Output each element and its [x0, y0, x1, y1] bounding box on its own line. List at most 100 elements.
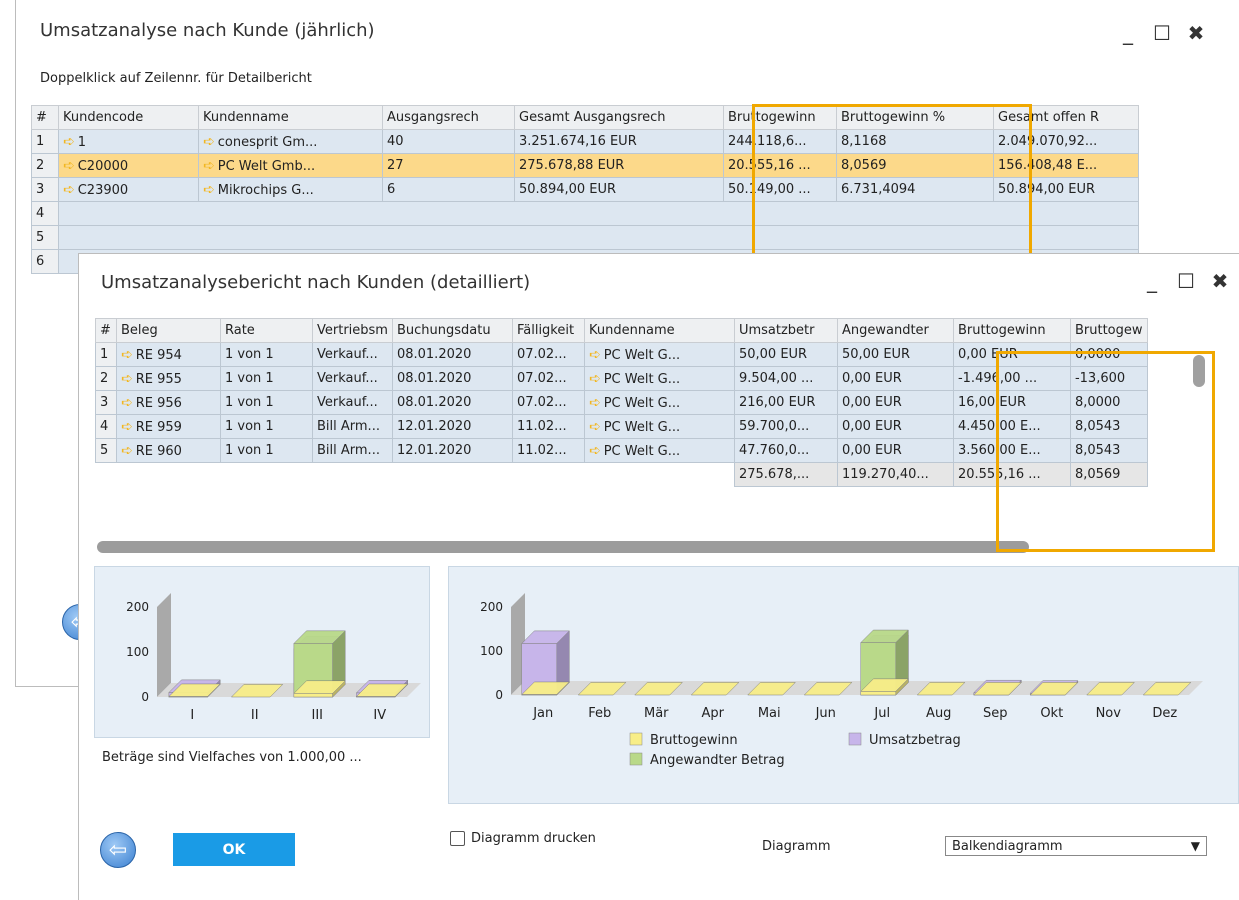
print-diagram-checkbox[interactable]	[450, 831, 465, 846]
customer-code-cell-text: C20000	[78, 159, 128, 174]
link-arrow-icon[interactable]: ➪	[63, 134, 75, 150]
column-header[interactable]: #	[96, 319, 117, 343]
minimize-icon[interactable]: _	[1118, 21, 1138, 45]
link-arrow-icon[interactable]: ➪	[121, 371, 133, 387]
row-number[interactable]: 2	[96, 367, 117, 391]
row-number[interactable]: 1	[32, 130, 59, 154]
row-number-text: 4	[36, 206, 44, 221]
row-number[interactable]: 3	[32, 178, 59, 202]
applied-amount-cell: 0,00 EUR	[837, 439, 953, 463]
installment-cell: 1 von 1	[221, 415, 313, 439]
maximize-icon[interactable]: ☐	[1176, 269, 1196, 293]
link-arrow-icon[interactable]: ➪	[589, 443, 601, 459]
print-diagram-option[interactable]: Diagramm drucken	[450, 831, 596, 846]
customer-name-cell-text: PC Welt G...	[604, 420, 680, 435]
close-icon[interactable]: ✖	[1210, 269, 1230, 293]
legend-label: Angewandter Betrag	[650, 753, 785, 768]
link-arrow-icon[interactable]: ➪	[121, 395, 133, 411]
column-header[interactable]: Ausgangsrech	[383, 106, 515, 130]
row-number[interactable]: 4	[96, 415, 117, 439]
table-row[interactable]: 2➪RE 9551 von 1Verkauf...08.01.202007.02…	[96, 367, 1148, 391]
customer-name-cell-text: PC Welt G...	[604, 348, 680, 363]
close-icon[interactable]: ✖	[1186, 21, 1206, 45]
invoice-total-cell-text: 275.678,88 EUR	[519, 158, 624, 173]
column-header[interactable]: Vertriebsm	[313, 319, 393, 343]
link-arrow-icon[interactable]: ➪	[63, 158, 75, 174]
row-number[interactable]: 2	[32, 154, 59, 178]
link-arrow-icon[interactable]: ➪	[589, 395, 601, 411]
minimize-icon[interactable]: _	[1142, 269, 1162, 293]
row-number[interactable]: 5	[96, 439, 117, 463]
column-header[interactable]: #	[32, 106, 59, 130]
horizontal-scrollbar[interactable]	[97, 541, 1029, 553]
x-tick-label: Apr	[702, 706, 725, 721]
x-tick-label: Jan	[532, 706, 553, 721]
document-cell: ➪RE 955	[117, 367, 221, 391]
sales-amount-cell: 47.760,0...	[734, 439, 837, 463]
totals-spacer	[96, 463, 735, 487]
column-header[interactable]: Fälligkeit	[512, 319, 584, 343]
due-date-cell: 07.02...	[512, 391, 584, 415]
sales-amount-cell: 59.700,0...	[734, 415, 837, 439]
x-tick-label: III	[311, 708, 323, 723]
due-date-cell-text: 07.02...	[517, 395, 567, 410]
link-arrow-icon[interactable]: ➪	[203, 158, 215, 174]
table-row[interactable]: 4➪RE 9591 von 1Bill Arm...12.01.202011.0…	[96, 415, 1148, 439]
link-arrow-icon[interactable]: ➪	[121, 419, 133, 435]
diagram-type-select[interactable]: Balkendiagramm ▼	[945, 836, 1207, 856]
row-number[interactable]: 1	[96, 343, 117, 367]
x-tick-label: IV	[373, 708, 386, 723]
column-header[interactable]: Bruttogew	[1070, 319, 1147, 343]
customer-code-cell-text: 1	[78, 135, 86, 150]
installment-cell: 1 von 1	[221, 343, 313, 367]
sales-employee-cell: Bill Arm...	[313, 439, 393, 463]
table-row[interactable]: 3➪RE 9561 von 1Verkauf...08.01.202007.02…	[96, 391, 1148, 415]
legend-item: Umsatzbetrag	[849, 733, 961, 748]
column-header[interactable]: Beleg	[117, 319, 221, 343]
link-arrow-icon[interactable]: ➪	[589, 347, 601, 363]
column-header[interactable]: Kundenname	[584, 319, 734, 343]
sales-employee-cell: Verkauf...	[313, 343, 393, 367]
row-number[interactable]: 5	[32, 226, 59, 250]
link-arrow-icon[interactable]: ➪	[203, 134, 215, 150]
row-number-text: 1	[100, 347, 108, 362]
row-number[interactable]: 4	[32, 202, 59, 226]
month-chart: 0100200JanFebMärAprMaiJunJulAugSepOktNov…	[449, 567, 1238, 803]
document-cell: ➪RE 954	[117, 343, 221, 367]
column-header[interactable]: Rate	[221, 319, 313, 343]
sales-amount-cell-text: 9.504,00 ...	[739, 371, 813, 386]
column-header[interactable]: Angewandter	[837, 319, 953, 343]
row-number[interactable]: 6	[32, 250, 59, 274]
column-header[interactable]: Kundenname	[199, 106, 383, 130]
link-arrow-icon[interactable]: ➪	[589, 419, 601, 435]
customer-name-cell-text: PC Welt G...	[604, 444, 680, 459]
sales-employee-cell-text: Bill Arm...	[317, 419, 380, 434]
column-header[interactable]: Buchungsdatu	[392, 319, 512, 343]
table-row[interactable]: 5➪RE 9601 von 1Bill Arm...12.01.202011.0…	[96, 439, 1148, 463]
maximize-icon[interactable]: ☐	[1152, 21, 1172, 45]
table-row[interactable]: 1➪RE 9541 von 1Verkauf...08.01.202007.02…	[96, 343, 1148, 367]
highlight-frame	[996, 351, 1215, 552]
posting-date-cell-text: 08.01.2020	[397, 395, 471, 410]
link-arrow-icon[interactable]: ➪	[121, 347, 133, 363]
totals-row: 275.678,...119.270,40...20.555,16 ...8,0…	[96, 463, 1148, 487]
link-arrow-icon[interactable]: ➪	[121, 443, 133, 459]
legend-item: Bruttogewinn	[630, 733, 738, 748]
column-header[interactable]: Bruttogewinn	[953, 319, 1070, 343]
total-umsatz-cell-text: 275.678,...	[739, 467, 809, 482]
back-button[interactable]: ⇦	[100, 832, 136, 868]
sales-employee-cell: Verkauf...	[313, 391, 393, 415]
ok-button[interactable]: OK	[173, 833, 295, 866]
applied-amount-cell-text: 0,00 EUR	[842, 443, 902, 458]
column-header[interactable]: Umsatzbetr	[734, 319, 837, 343]
column-header[interactable]: Kundencode	[59, 106, 199, 130]
row-number[interactable]: 3	[96, 391, 117, 415]
link-arrow-icon[interactable]: ➪	[63, 182, 75, 198]
installment-cell: 1 von 1	[221, 439, 313, 463]
due-date-cell: 11.02...	[512, 439, 584, 463]
document-cell: ➪RE 956	[117, 391, 221, 415]
link-arrow-icon[interactable]: ➪	[589, 371, 601, 387]
invoice-total-cell-text: 3.251.674,16 EUR	[519, 134, 637, 149]
link-arrow-icon[interactable]: ➪	[203, 182, 215, 198]
column-header[interactable]: Gesamt Ausgangsrech	[515, 106, 724, 130]
